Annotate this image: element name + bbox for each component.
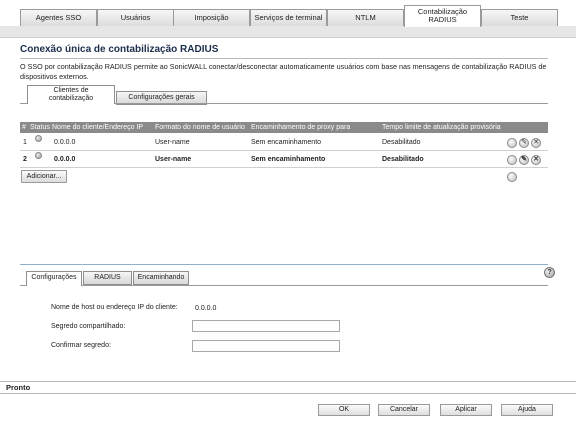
top-tab-bar: Agentes SSO Usuários Imposição Serviços … <box>0 0 576 38</box>
pencil-icon[interactable]: ✎ <box>519 138 529 148</box>
tab-teste[interactable]: Teste <box>481 9 558 26</box>
tab-ntlm[interactable]: NTLM <box>327 9 404 26</box>
description-text: O SSO por contabilização RADIUS permite … <box>20 62 547 81</box>
col-client: Nome do cliente/Endereço IP <box>52 124 144 131</box>
title-divider <box>20 58 548 59</box>
pencil-icon[interactable]: ✎ <box>519 155 529 165</box>
help-button[interactable]: Ajuda <box>501 404 553 416</box>
confirm-secret-label: Confirmar segredo: <box>51 342 111 349</box>
tab-label-line2: RADIUS <box>428 15 457 24</box>
info-icon[interactable] <box>507 155 517 165</box>
row-ip: 0.0.0.0 <box>54 156 76 163</box>
help-icon[interactable]: ? <box>544 267 555 278</box>
apply-button[interactable]: Aplicar <box>440 404 492 416</box>
info-icon[interactable] <box>507 172 517 182</box>
subtab-label-line1: Clientes de <box>53 87 89 94</box>
row-forward: Sem encaminhamento <box>251 139 322 146</box>
row-format: User-name <box>155 156 192 163</box>
table-row[interactable]: 1 0.0.0.0 User-name Sem encaminhamento D… <box>20 135 548 151</box>
tab-contabilizacao-radius[interactable]: Contabilização RADIUS <box>404 5 481 27</box>
table-header: # Status Nome do cliente/Endereço IP For… <box>20 122 548 133</box>
ok-button[interactable]: OK <box>318 404 370 416</box>
secret-label: Segredo compartilhado: <box>51 323 126 330</box>
row-forward: Sem encaminhamento <box>251 156 326 163</box>
section-description: O SSO por contabilização RADIUS permite … <box>20 62 550 82</box>
lower-panel-border <box>20 285 548 286</box>
host-field[interactable] <box>192 302 340 314</box>
tab-usuarios[interactable]: Usuários <box>97 9 174 26</box>
tab-bar-band <box>0 26 576 38</box>
subtab-label-line2: contabilização <box>48 94 94 102</box>
row-number: 1 <box>23 139 27 146</box>
tab-encaminhando[interactable]: Encaminhando <box>133 271 189 285</box>
delete-icon[interactable]: ✕ <box>531 155 541 165</box>
tab-imposicao[interactable]: Imposição <box>173 9 250 26</box>
row-timeout: Desabilitado <box>382 156 424 163</box>
add-client-button[interactable]: Adicionar... <box>21 170 67 183</box>
cancel-button[interactable]: Cancelar <box>378 404 430 416</box>
row-ip: 0.0.0.0 <box>54 139 76 146</box>
tab-servicos-de-terminal[interactable]: Serviços de terminal <box>250 9 327 26</box>
row-timeout: Desabilitado <box>382 139 421 146</box>
confirm-secret-field[interactable] <box>192 340 340 352</box>
row-format: User-name <box>155 139 190 146</box>
col-timeout: Tempo limite de atualização provisória <box>382 124 501 131</box>
col-forward: Encaminhamento de proxy para <box>251 124 351 131</box>
col-format: Formato do nome de usuário <box>155 124 245 131</box>
tab-agentes-sso[interactable]: Agentes SSO <box>20 9 97 26</box>
info-icon[interactable] <box>507 138 517 148</box>
col-num: # <box>22 124 26 131</box>
delete-icon[interactable]: ✕ <box>531 138 541 148</box>
status-bar: Pronto <box>0 381 576 394</box>
col-status: Status <box>30 124 50 131</box>
panel-divider <box>20 264 548 265</box>
subtab-clientes-contabilizacao[interactable]: Clientes de contabilização <box>27 85 115 104</box>
tab-radius[interactable]: RADIUS <box>83 271 132 285</box>
page-title: Conexão única de contabilização RADIUS <box>20 44 219 55</box>
tab-configuracoes[interactable]: Configurações <box>26 271 82 286</box>
table-row[interactable]: 2 0.0.0.0 User-name Sem encaminhamento D… <box>20 152 548 168</box>
row-number: 2 <box>23 156 27 163</box>
secret-field[interactable] <box>192 320 340 332</box>
host-label: Nome de host ou endereço IP do cliente: <box>51 304 178 311</box>
status-text: Pronto <box>6 383 31 392</box>
